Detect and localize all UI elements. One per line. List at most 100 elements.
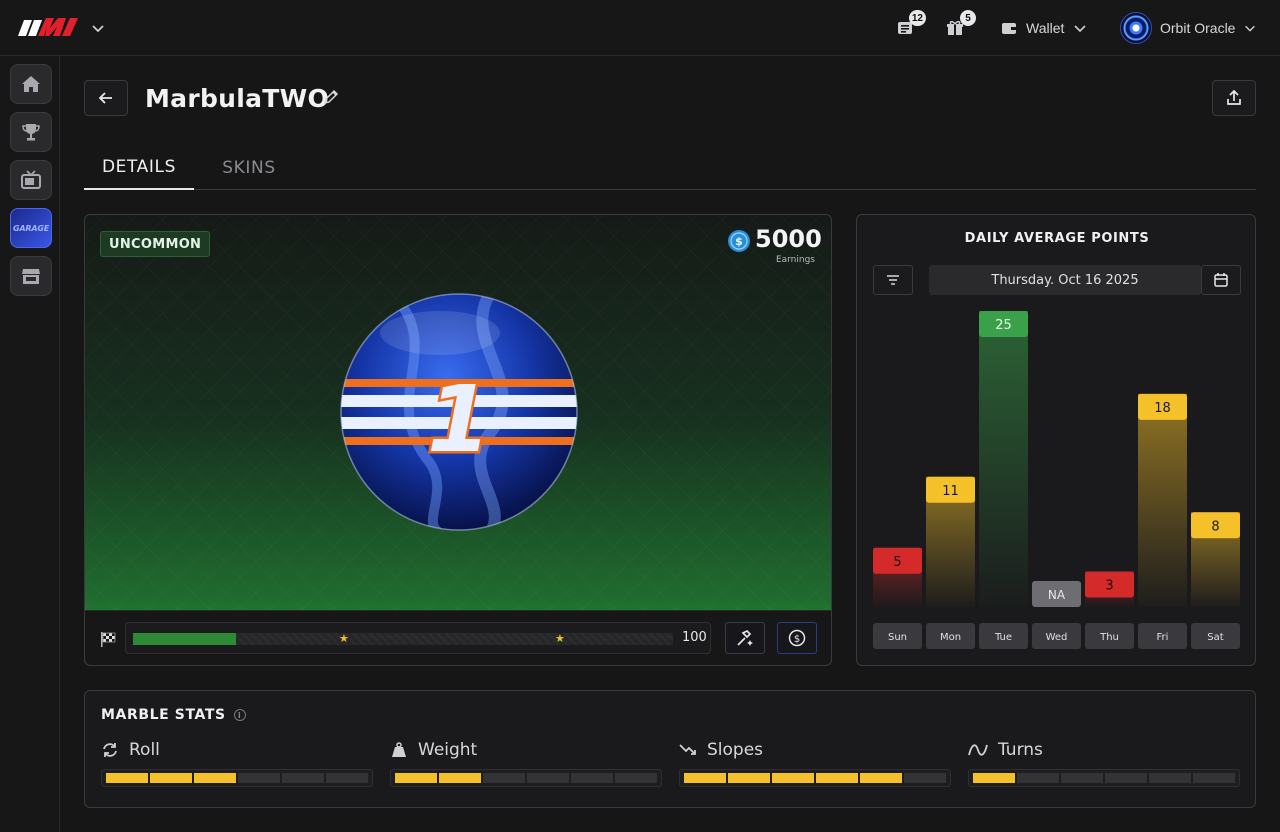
stat-bar — [101, 769, 373, 787]
stat-segment — [860, 773, 902, 783]
stat-weight: Weight — [390, 739, 662, 787]
stat-label: Roll — [129, 740, 160, 760]
bar-value-label: 8 — [1211, 519, 1219, 534]
xp-fill — [133, 633, 236, 645]
stat-segment — [904, 773, 946, 783]
day-label: Wed — [1046, 632, 1068, 643]
marble-image: 1 — [340, 293, 578, 531]
filter-icon — [887, 275, 899, 285]
sidebar-item-home[interactable] — [10, 64, 52, 104]
bar-value-label: 11 — [942, 484, 959, 499]
slopes-icon — [679, 744, 696, 755]
stat-segment — [106, 773, 148, 783]
daily-points-card: 5 Sun 11 Mon 25 Tue NA Wed 3 Thu 18 Fri 8 Sat DAILY A… — [856, 214, 1256, 666]
xp-milestone-star-icon: ★ — [555, 632, 565, 645]
day-label: Tue — [994, 632, 1012, 643]
sidebar-item-tv[interactable] — [10, 160, 52, 200]
stat-roll: Roll — [101, 739, 373, 787]
tab-skins[interactable]: SKINS — [194, 146, 304, 190]
coin-icon: $ — [728, 230, 750, 252]
stat-segment — [684, 773, 726, 783]
dollar-circle-icon: $ — [788, 629, 806, 647]
stat-segment — [150, 773, 192, 783]
checkered-flag-icon — [101, 632, 116, 647]
stat-segment — [973, 773, 1015, 783]
stat-label: Turns — [998, 740, 1043, 760]
stat-segment — [483, 773, 525, 783]
info-icon[interactable]: i — [233, 709, 246, 721]
stat-segment — [282, 773, 324, 783]
stat-segment — [527, 773, 569, 783]
bar-value-label: 18 — [1154, 401, 1171, 416]
stat-segment — [1193, 773, 1235, 783]
trophy-icon — [22, 124, 40, 141]
brand-logo[interactable] — [18, 14, 80, 42]
stat-turns: Turns — [968, 739, 1240, 787]
day-label: Sun — [888, 632, 907, 643]
stat-bar — [968, 769, 1240, 787]
repair-button[interactable] — [725, 622, 765, 654]
stat-segment — [728, 773, 770, 783]
sidebar-item-garage[interactable]: GARAGE — [10, 208, 52, 248]
stat-segment — [326, 773, 368, 783]
bar-value-label: 3 — [1105, 578, 1113, 593]
sidebar-item-store[interactable] — [10, 256, 52, 296]
sidebar-item-trophy[interactable] — [10, 112, 52, 152]
stat-segment — [1149, 773, 1191, 783]
stat-segment — [1061, 773, 1103, 783]
stat-segment — [1105, 773, 1147, 783]
stat-segment — [816, 773, 858, 783]
gifts-badge: 5 — [960, 10, 976, 26]
bar-value-label: NA — [1048, 588, 1066, 602]
day-label: Mon — [940, 632, 961, 643]
stats-title: MARBLE STATS i — [101, 707, 246, 723]
calendar-button[interactable] — [1201, 265, 1241, 295]
sell-button[interactable]: $ — [777, 622, 817, 654]
top-bar: 12 5 Wallet Orbit Oracle — [0, 0, 1280, 56]
chart-title: DAILY AVERAGE POINTS — [964, 231, 1150, 246]
stat-bar — [390, 769, 662, 787]
marble-stats-card: MARBLE STATS i Roll Weight Slopes Turns — [84, 690, 1256, 808]
share-button[interactable] — [1212, 80, 1256, 116]
chevron-down-icon — [1245, 25, 1256, 32]
stats-title-label: MARBLE STATS — [101, 707, 226, 723]
stat-label: Weight — [418, 740, 478, 760]
stat-segment — [571, 773, 613, 783]
weight-icon — [392, 742, 406, 757]
xp-bar-row: ★ ★ 100 $ — [85, 610, 831, 665]
bar-tue[interactable] — [979, 311, 1028, 607]
chevron-down-icon — [1074, 25, 1086, 33]
stat-segment — [395, 773, 437, 783]
day-label: Fri — [1157, 632, 1169, 643]
earnings-label: Earnings — [775, 255, 815, 265]
stat-segment — [439, 773, 481, 783]
home-icon — [22, 76, 40, 92]
wallet-icon — [1002, 23, 1016, 34]
back-button[interactable] — [84, 80, 128, 116]
marble-number: 1 — [427, 366, 491, 473]
day-label: Thu — [1099, 632, 1119, 643]
news-badge: 12 — [908, 10, 926, 26]
gifts-button[interactable]: 5 — [946, 10, 976, 42]
tab-bar: DETAILS SKINS — [84, 146, 1256, 190]
day-label: Sat — [1207, 632, 1223, 643]
bar-value-label: 25 — [995, 318, 1012, 333]
stat-bar — [679, 769, 951, 787]
user-menu[interactable]: Orbit Oracle — [1120, 12, 1257, 44]
arrow-left-icon — [98, 92, 112, 104]
pencil-icon[interactable] — [322, 88, 340, 106]
bar-fri[interactable] — [1138, 393, 1187, 607]
svg-text:$: $ — [794, 634, 800, 645]
date-field[interactable]: Thursday. Oct 16 2025 — [929, 265, 1201, 295]
xp-progress: ★ ★ 100 — [125, 622, 711, 654]
news-button[interactable]: 12 — [896, 10, 926, 42]
wallet-button[interactable]: Wallet — [1000, 14, 1088, 42]
stat-slopes: Slopes — [679, 739, 951, 787]
marble-card: UNCOMMON $ 5000 Earnings 1 ★ ★ 100 $ — [84, 214, 832, 666]
xp-track: ★ ★ — [133, 632, 673, 645]
chevron-down-icon[interactable] — [90, 20, 106, 36]
tab-details[interactable]: DETAILS — [84, 146, 194, 190]
page-title: MarbulaTWO — [145, 83, 330, 113]
upload-icon — [1227, 89, 1241, 105]
filter-button[interactable] — [873, 265, 913, 295]
